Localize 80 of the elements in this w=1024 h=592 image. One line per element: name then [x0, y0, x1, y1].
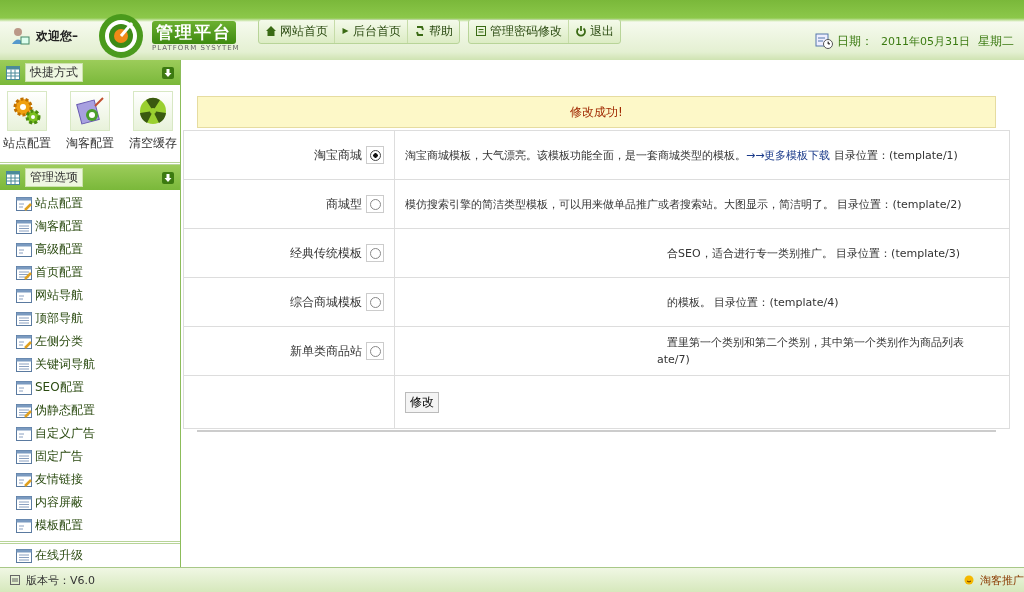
success-message: 修改成功! [197, 96, 996, 128]
table-icon [6, 65, 20, 80]
page-icon [16, 242, 32, 257]
page-icon [16, 357, 32, 372]
template-description: 置里第一个类别和第二个类别，其中第一个类别作为商品列表 [666, 335, 965, 351]
sidebar-link[interactable]: 伪静态配置 [16, 399, 180, 422]
template-name: 淘宝商城 [314, 147, 363, 162]
template-name: 综合商城模板 [290, 294, 363, 309]
radio-button[interactable] [369, 149, 381, 161]
sidebar-link[interactable]: SEO配置 [16, 376, 180, 399]
date-value: 2011年05月31日 [881, 33, 970, 49]
sidebar-link[interactable]: 在线升级 [16, 544, 180, 567]
sidebar-link[interactable]: 内容屏蔽 [16, 491, 180, 514]
sidebar-link[interactable]: 关键词导航 [16, 353, 180, 376]
sidebar-link[interactable]: 首页配置 [16, 261, 180, 284]
page-icon [16, 196, 32, 211]
template-description: 淘宝商城模板，大气漂亮。该模板功能全面，是一套商城类型的模板。→→更多模板下载 目录位置：(template/1) [405, 147, 959, 164]
nav-button[interactable]: 帮助 [407, 19, 459, 43]
promo-text: 淘客推广 [980, 572, 1024, 588]
page-icon [16, 311, 32, 326]
sidebar-link[interactable]: 顶部导航 [16, 307, 180, 330]
page-icon [16, 548, 32, 563]
sidebar-link[interactable]: 站点配置 [16, 192, 180, 215]
radiation-icon [138, 96, 168, 126]
list-icon [474, 25, 487, 37]
logo-icon [98, 13, 144, 59]
sidebar-link[interactable]: 模板配置 [16, 514, 180, 537]
template-description: 合SEO，适合进行专一类别推广。 目录位置：(template/3) [666, 245, 962, 262]
calendar-clock-icon [815, 33, 833, 49]
page-icon [16, 472, 32, 487]
page-icon [16, 403, 32, 418]
home-icon [264, 25, 277, 37]
weekday-text: 星期二 [978, 32, 1014, 50]
version-text: 版本号：V6.0 [26, 572, 96, 588]
template-name: 新单类商品站 [290, 343, 363, 358]
sidebar-link[interactable]: 网站导航 [16, 284, 180, 307]
page-icon [16, 288, 32, 303]
sidebar-link[interactable]: 自定义广告 [16, 422, 180, 445]
page-icon [16, 426, 32, 441]
welcome-text: 欢迎您– [36, 27, 78, 45]
logo-title: 管理平台 [152, 20, 236, 44]
nav-button[interactable]: 退出 [568, 19, 620, 43]
power-icon [574, 25, 587, 37]
template-description: 的模板。 目录位置：(template/4) [666, 294, 840, 311]
page-icon [16, 495, 32, 510]
user-icon [10, 26, 30, 46]
section-title: 管理选项 [25, 168, 83, 187]
nav-button[interactable]: 网站首页 [258, 19, 335, 43]
template-description: 模仿搜索引擎的简洁类型模板，可以用来做单品推广或者搜索站。大图显示，简洁明了。 目录位置：(template/2) [405, 196, 963, 213]
submit-button[interactable]: 修改 [405, 391, 439, 413]
radio-button[interactable] [369, 198, 381, 210]
smiley-icon [964, 575, 974, 585]
radio-button[interactable] [369, 345, 381, 357]
date-label: 日期： [837, 32, 873, 50]
sidebar-link[interactable]: 高级配置 [16, 238, 180, 261]
play-icon [340, 25, 350, 37]
sidebar-link[interactable]: 固定广告 [16, 445, 180, 468]
page-icon [16, 380, 32, 395]
window-icon [10, 575, 20, 585]
collapse-icon[interactable] [162, 66, 174, 79]
page-icon [16, 265, 32, 280]
collapse-icon[interactable] [162, 171, 174, 184]
download-link[interactable]: →→更多模板下载 [746, 148, 831, 162]
template-name: 商城型 [326, 196, 363, 211]
sidebar-link[interactable]: 友情链接 [16, 468, 180, 491]
radio-button[interactable] [369, 296, 381, 308]
gears-icon [12, 96, 42, 126]
section-title: 快捷方式 [25, 63, 83, 82]
template-name: 经典传统模板 [290, 245, 363, 260]
page-icon [16, 219, 32, 234]
nav-button[interactable]: 管理密码修改 [468, 19, 569, 43]
table-icon [6, 170, 20, 185]
page-icon [16, 334, 32, 349]
page-icon [16, 518, 32, 533]
sidebar-link[interactable]: 淘客配置 [16, 215, 180, 238]
sidebar-link[interactable]: 左侧分类 [16, 330, 180, 353]
template-description: ate/7) [656, 352, 691, 368]
radio-button[interactable] [369, 247, 381, 259]
page-icon [16, 449, 32, 464]
nav-button[interactable]: 后台首页 [334, 19, 408, 43]
